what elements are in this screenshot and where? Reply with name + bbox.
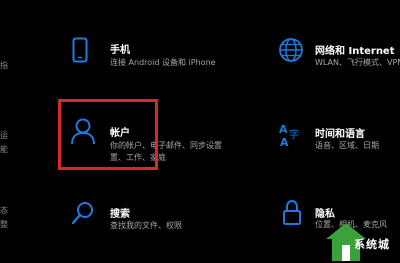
tile-time-language[interactable]: A 字 A 时间和语言 语音、区域、日期 xyxy=(270,115,400,159)
edge-text-2: 运 xyxy=(0,131,8,140)
search-icon xyxy=(71,202,93,225)
edge-text-3: 能 xyxy=(0,145,8,154)
edge-text-1: 指 xyxy=(0,61,8,70)
tile-phone-desc: 连接 Android 设备和 iPhone xyxy=(110,58,216,67)
edge-text-4: 态 xyxy=(0,206,8,215)
tile-search-desc: 查找我的文件、权限 xyxy=(110,221,182,230)
svg-text:字: 字 xyxy=(289,128,299,141)
phone-icon xyxy=(72,37,88,63)
svg-text:A: A xyxy=(279,123,288,136)
tile-network-title: 网络和 Internet xyxy=(315,46,395,57)
watermark-logo: 系统城 xyxy=(324,219,398,263)
tile-time-language-title: 时间和语言 xyxy=(315,129,365,140)
tile-phone[interactable]: 手机 连接 Android 设备和 iPhone xyxy=(60,30,240,74)
tile-time-language-desc: 语音、区域、日期 xyxy=(315,141,379,150)
watermark-text: 系统城 xyxy=(354,238,390,251)
globe-icon xyxy=(279,38,303,62)
lock-icon xyxy=(283,199,301,225)
highlight-box xyxy=(58,99,158,170)
tile-privacy-title: 隐私 xyxy=(315,209,335,220)
edge-text-5: 整 xyxy=(0,220,8,229)
tile-search[interactable]: 搜索 查找我的文件、权限 xyxy=(60,192,240,236)
tile-network[interactable]: 网络和 Internet WLAN、飞行模式、VPN xyxy=(270,30,400,74)
tile-phone-title: 手机 xyxy=(110,45,130,56)
time-language-icon: A 字 A xyxy=(279,123,299,148)
tile-network-desc: WLAN、飞行模式、VPN xyxy=(315,58,400,67)
tile-search-title: 搜索 xyxy=(110,209,130,220)
svg-text:A: A xyxy=(280,136,289,148)
